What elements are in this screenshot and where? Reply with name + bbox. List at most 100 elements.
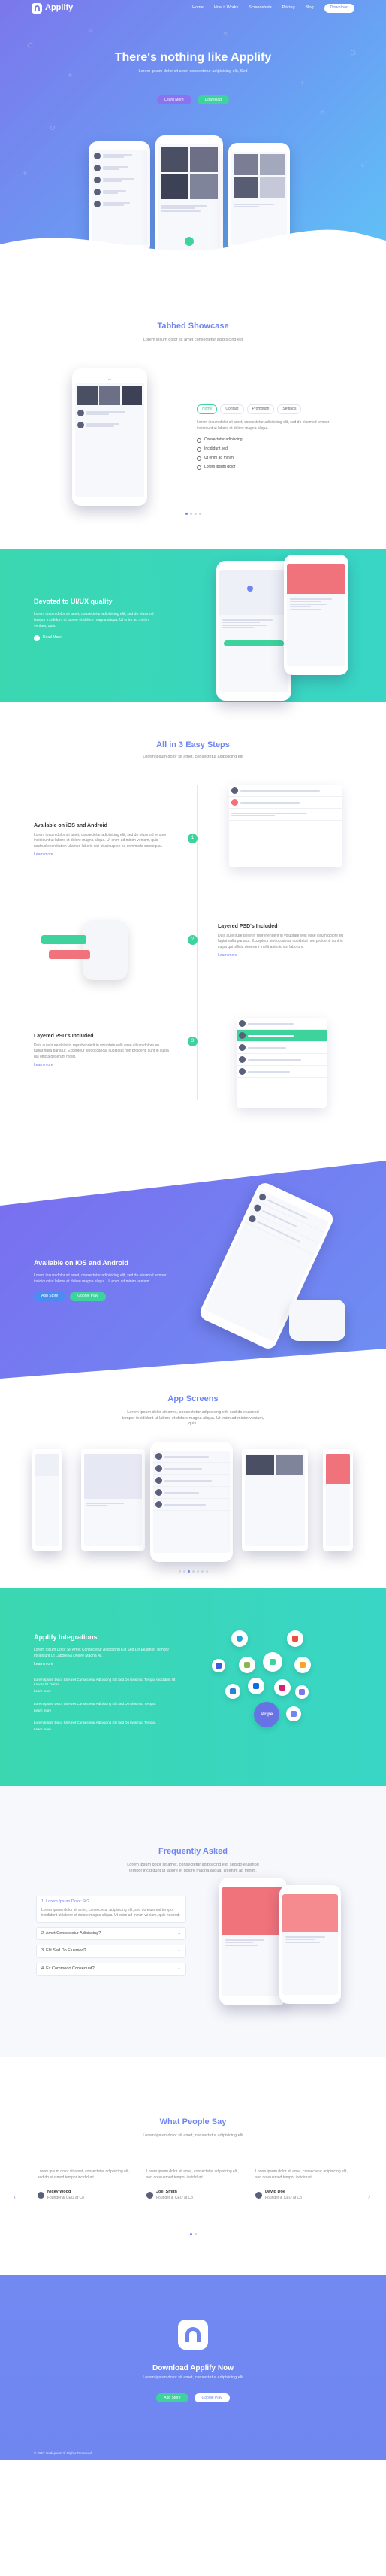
check-item: Consectetur adipiscing: [197, 437, 339, 443]
pagination-dot[interactable]: [189, 2233, 192, 2235]
uiux-title: Devoted to UI/UX quality: [34, 598, 113, 605]
pagination-dot[interactable]: [194, 513, 197, 515]
tab-contact[interactable]: Contact: [220, 404, 244, 414]
pagination-dot[interactable]: [189, 513, 192, 515]
pagination-dot[interactable]: [201, 1570, 204, 1573]
list-item: [229, 797, 342, 809]
nav-blog[interactable]: Blog: [306, 5, 314, 11]
uiux-text-block: Devoted to UI/UX quality Lorem ipsum dol…: [34, 597, 161, 641]
testimonial-name: Joel Smith: [156, 2190, 177, 2194]
pagination-dot[interactable]: [194, 2233, 197, 2235]
faq-answer: Lorem ipsum dolor sit amet, consectetur …: [41, 1907, 180, 1918]
pagination-dot[interactable]: [187, 1570, 190, 1573]
item-learn-more[interactable]: Learn more: [34, 1689, 184, 1694]
avatar: [239, 1056, 246, 1063]
list-item: [92, 186, 147, 198]
avatar: [94, 177, 101, 183]
pagination-dot[interactable]: [185, 513, 188, 515]
main-menu: Home How it Works Screenshots Pricing Bl…: [192, 4, 354, 13]
faq-section: Frequently Asked Lorem ipsum dolor sit a…: [0, 1786, 386, 2057]
tabbed-subtitle: Lorem ipsum dolor sit amet consectetur a…: [143, 338, 243, 342]
google-play-button[interactable]: Google Play: [70, 1291, 106, 1301]
pagination-dot[interactable]: [205, 1570, 208, 1573]
next-arrow-icon[interactable]: ›: [368, 2192, 370, 2202]
prev-arrow-icon[interactable]: ‹: [14, 2192, 16, 2202]
item-learn-more[interactable]: Learn more: [34, 1709, 184, 1714]
check-item: Lorem ipsum dolor: [197, 465, 339, 470]
testimonials-pagination: [0, 2233, 386, 2235]
hero-download-button[interactable]: Download: [197, 95, 229, 104]
faq-item[interactable]: 4. Ex Commodo Consequat? ⌄: [36, 1963, 186, 1976]
item-learn-more[interactable]: Learn more: [34, 1727, 184, 1733]
pagination-dot[interactable]: [182, 1570, 185, 1573]
list-item: [229, 809, 342, 821]
avatar: [38, 2192, 44, 2199]
testimonial-quote: Lorem ipsum dolor sit amet, consectetur …: [255, 2169, 348, 2180]
pagination-dot[interactable]: [196, 1570, 199, 1573]
testimonial-role: Founder & CEO at Co: [47, 2195, 84, 2200]
arrow-icon: [34, 634, 40, 641]
nav-pricing[interactable]: Pricing: [282, 5, 295, 11]
list-item: [237, 1042, 327, 1054]
step-learn-more[interactable]: Learn more: [218, 953, 345, 958]
testimonials-subtitle: Lorem ipsum dolor sit amet, consectetur …: [143, 2133, 243, 2138]
app-store-button[interactable]: App Store: [34, 1291, 66, 1301]
screen-featured[interactable]: [150, 1442, 233, 1562]
pagination-dot[interactable]: [198, 513, 201, 515]
integrations-section: Applify Integrations Lorem Ipsum Dolor S…: [0, 1588, 386, 1786]
avatar: [258, 1192, 267, 1202]
pagination-dot[interactable]: [178, 1570, 181, 1573]
pagination-dot[interactable]: [191, 1570, 195, 1573]
tab-home[interactable]: Home: [197, 404, 218, 414]
avatar: [255, 2192, 262, 2199]
section-wave-bottom: [0, 1349, 386, 1379]
tabbed-showcase-section: Tabbed Showcase Lorem ipsum dolor sit am…: [0, 267, 386, 549]
watch-graphic: [289, 1300, 345, 1341]
step-learn-more[interactable]: Learn more: [34, 1063, 169, 1068]
uiux-phone-front: [284, 555, 348, 675]
avatar: [77, 422, 84, 428]
screens-title: App Screens: [167, 1394, 219, 1403]
timeline-line: [197, 785, 198, 1100]
hero-buttons: Learn More Download: [0, 95, 386, 104]
learn-more-button[interactable]: Learn More: [157, 95, 191, 104]
step-text: Duis aute irure dolor in reprehenderit i…: [34, 1043, 169, 1059]
avatar: [77, 410, 84, 416]
integrations-learn-more[interactable]: Learn more: [34, 1662, 184, 1667]
avatar: [248, 1214, 258, 1224]
screen-thumb[interactable]: [81, 1449, 145, 1551]
download-google-play-button[interactable]: Google Play: [194, 2393, 230, 2402]
steps-title: All in 3 Easy Steps: [156, 740, 230, 749]
avatar: [239, 1068, 246, 1075]
step-number: 3: [188, 1037, 198, 1046]
avatar: [155, 1477, 162, 1484]
testimonial-role: Founder & CEO at Co: [265, 2195, 302, 2200]
faq-item[interactable]: 2. Amet Consectetur Adipiscing? ⌄: [36, 1927, 186, 1941]
uiux-read-more[interactable]: Read More: [34, 634, 161, 641]
faq-item[interactable]: 1. Lorem Ipsum Dolor Sit? Lorem ipsum dol…: [36, 1896, 186, 1923]
screen-thumb[interactable]: [32, 1449, 62, 1551]
list-item: [153, 1499, 230, 1511]
tabbed-title: Tabbed Showcase: [157, 322, 229, 331]
screen-thumb[interactable]: [242, 1449, 308, 1551]
testimonial-role: Founder & CEO at Co: [156, 2195, 193, 2200]
download-app-store-button[interactable]: App Store: [156, 2393, 188, 2402]
integration-item: Lorem Ipsum Dolor Sit Amet Consectetur A…: [34, 1721, 184, 1733]
screen-thumb[interactable]: [323, 1449, 353, 1551]
uiux-section: Devoted to UI/UX quality Lorem ipsum dol…: [0, 549, 386, 702]
avatar: [239, 1020, 246, 1027]
nav-how-it-works[interactable]: How it Works: [214, 5, 238, 11]
step-text: Duis aute irure dolor in reprehenderit i…: [218, 933, 344, 949]
avatar: [94, 201, 101, 207]
list-item: [153, 1451, 230, 1463]
nav-download-button[interactable]: Download: [324, 4, 354, 13]
step-learn-more[interactable]: Learn more: [34, 852, 169, 858]
dropbox-icon: [248, 1678, 264, 1694]
tab-settings[interactable]: Settings: [277, 404, 302, 414]
avatar: [239, 1044, 246, 1051]
nav-screenshots[interactable]: Screenshots: [249, 5, 272, 11]
faq-item[interactable]: 3. Elit Sed Do Eiusmod? ⌄: [36, 1945, 186, 1959]
tab-promotion[interactable]: Promotion: [246, 404, 275, 414]
nav-home[interactable]: Home: [192, 5, 204, 11]
brand-logo[interactable]: Applify: [32, 2, 73, 14]
